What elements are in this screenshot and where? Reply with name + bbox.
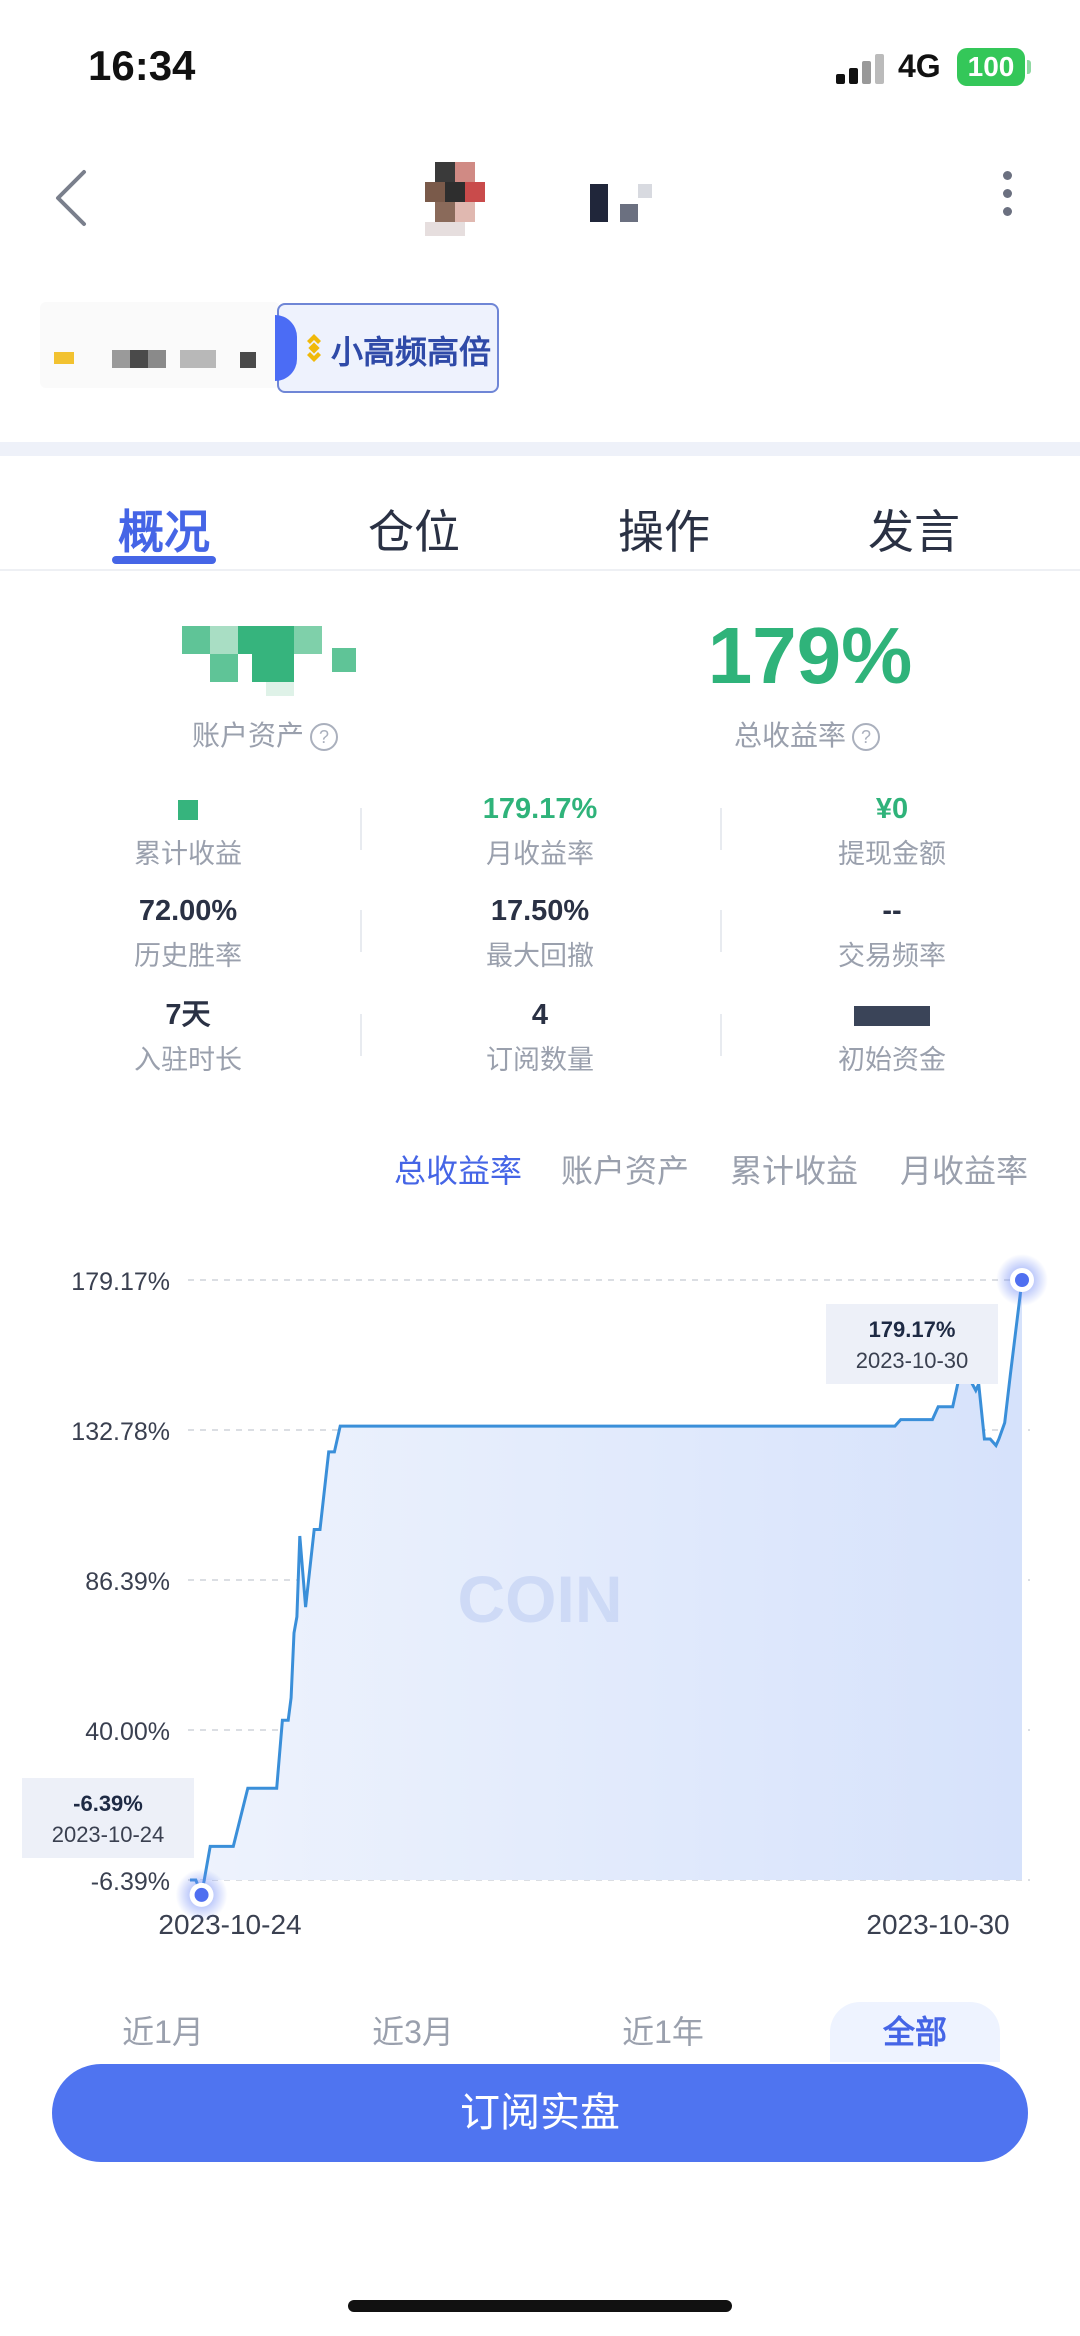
tab-operations[interactable]: 操作 [564,496,764,562]
network-type: 4G [898,48,941,84]
range-1-month[interactable]: 近1月 [78,2002,248,2062]
tag-accent [275,315,297,381]
total-return-value: 179% [707,611,913,700]
tab-posts[interactable]: 发言 [814,496,1014,562]
stat-subscribers: 4 订阅数量 [486,999,594,1075]
chart-tab-total-return[interactable]: 总收益率 [394,1146,522,1192]
battery-tip [1027,60,1031,74]
x-tick-label: 2023-10-30 [866,1909,1009,1940]
stat-divider [720,1014,722,1056]
trader-name-blurred [425,162,675,242]
range-all[interactable]: 全部 [830,2002,1000,2062]
chart-tab-account-assets[interactable]: 账户资产 [561,1146,689,1192]
y-tick-label: 86.39% [85,1568,170,1596]
stat-value-blurred [742,996,1042,1034]
more-options-button[interactable] [992,162,1022,232]
range-3-months[interactable]: 近3月 [328,2002,498,2062]
tab-active-indicator [112,556,216,564]
return-chart[interactable]: COIN 179.17% 132.78% 86.39% 40.00% -6.39% 20… [0,1240,1080,1960]
tab-bar: 概况 仓位 操作 发言 [0,456,1080,571]
status-bar: 16:34 4G 100 [0,0,1080,130]
subscribe-button[interactable]: 订阅实盘 [52,2064,1028,2162]
total-return-label: 总收益率? [734,714,881,754]
chart-watermark: COIN [458,1562,623,1636]
stat-days-joined: 7天 入驻时长 [134,999,242,1075]
stat-divider [720,808,722,850]
tab-overview[interactable]: 概况 [64,496,264,562]
section-divider [0,442,1080,456]
help-icon[interactable]: ? [852,723,881,751]
stat-withdrawal-amount: ¥0 提现金额 [838,793,946,869]
end-tooltip-value: 179.17% [869,1317,956,1342]
help-icon[interactable]: ? [310,723,339,751]
start-tooltip-value: -6.39% [73,1791,143,1816]
x-tick-label: 2023-10-24 [158,1909,301,1940]
start-tooltip-date: 2023-10-24 [52,1822,165,1847]
chart-tab-cumulative-profit[interactable]: 累计收益 [730,1146,858,1192]
account-assets-label: 账户资产? [192,714,339,754]
status-time: 16:34 [88,42,196,89]
y-tick-label: 132.78% [71,1418,170,1446]
y-tick-label: -6.39% [91,1868,170,1896]
y-tick-label: 40.00% [85,1718,170,1746]
binance-icon [307,334,321,362]
account-assets-value-blurred [182,626,372,698]
stat-divider [360,1014,362,1056]
stat-cumulative-profit: 累计收益 [38,790,338,871]
stat-initial-capital: 初始资金 [742,996,1042,1077]
stat-divider [360,910,362,952]
stat-divider [360,808,362,850]
stat-monthly-return: 179.17% 月收益率 [482,793,598,869]
account-name-blurred [40,302,280,388]
end-tooltip-date: 2023-10-30 [856,1348,969,1373]
strategy-tag[interactable]: 小高频高倍 [275,303,499,393]
start-point-marker [194,1887,209,1902]
battery-icon: 100 [957,48,1025,86]
y-tick-label: 179.17% [71,1268,170,1296]
stat-trade-frequency: -- 交易频率 [838,895,946,971]
tab-positions[interactable]: 仓位 [314,496,514,562]
home-indicator [348,2300,732,2312]
end-point-marker [1015,1273,1029,1287]
stat-divider [720,910,722,952]
chevron-left-icon [56,170,86,226]
stat-max-drawdown: 17.50% 最大回撤 [486,895,594,971]
range-1-year[interactable]: 近1年 [578,2002,748,2062]
chart-tab-monthly-return[interactable]: 月收益率 [900,1146,1028,1192]
back-button[interactable] [44,158,104,238]
strategy-tag-label: 小高频高倍 [331,334,492,370]
stat-value-blurred [38,790,338,828]
stat-win-rate: 72.00% 历史胜率 [134,895,242,971]
signal-icon [836,52,886,84]
